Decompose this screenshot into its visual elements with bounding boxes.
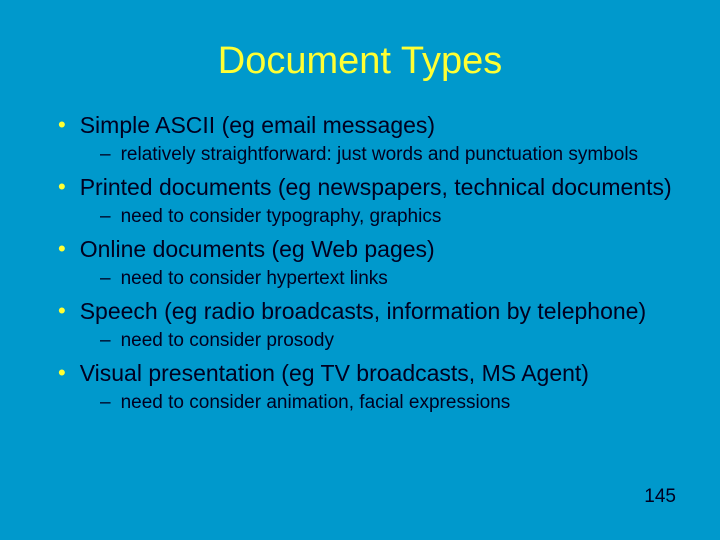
bullet-text: Speech (eg radio broadcasts, information… xyxy=(80,297,646,325)
bullet-level1: • Visual presentation (eg TV broadcasts,… xyxy=(58,359,680,387)
sub-bullet-text: need to consider hypertext links xyxy=(121,267,388,291)
list-item: • Simple ASCII (eg email messages) – rel… xyxy=(40,111,680,167)
bullet-level1: • Speech (eg radio broadcasts, informati… xyxy=(58,297,680,325)
dash-icon: – xyxy=(100,267,111,291)
dash-icon: – xyxy=(100,143,111,167)
sub-bullet-text: relatively straightforward: just words a… xyxy=(121,143,638,167)
sub-bullet-text: need to consider prosody xyxy=(121,329,334,353)
slide-title: Document Types xyxy=(40,40,680,83)
bullet-level2: – need to consider prosody xyxy=(100,329,680,353)
bullet-text: Simple ASCII (eg email messages) xyxy=(80,111,435,139)
bullet-level1: • Printed documents (eg newspapers, tech… xyxy=(58,173,680,201)
bullet-text: Visual presentation (eg TV broadcasts, M… xyxy=(80,359,589,387)
bullet-level1: • Online documents (eg Web pages) xyxy=(58,235,680,263)
bullet-list: • Simple ASCII (eg email messages) – rel… xyxy=(40,111,680,415)
bullet-level1: • Simple ASCII (eg email messages) xyxy=(58,111,680,139)
sub-bullet-text: need to consider typography, graphics xyxy=(121,205,442,229)
dash-icon: – xyxy=(100,391,111,415)
dash-icon: – xyxy=(100,329,111,353)
bullet-icon: • xyxy=(58,111,66,139)
bullet-level2: – need to consider hypertext links xyxy=(100,267,680,291)
bullet-icon: • xyxy=(58,173,66,201)
dash-icon: – xyxy=(100,205,111,229)
bullet-level2: – relatively straightforward: just words… xyxy=(100,143,680,167)
list-item: • Online documents (eg Web pages) – need… xyxy=(40,235,680,291)
bullet-text: Online documents (eg Web pages) xyxy=(80,235,435,263)
bullet-icon: • xyxy=(58,235,66,263)
bullet-text: Printed documents (eg newspapers, techni… xyxy=(80,173,672,201)
sub-bullet-text: need to consider animation, facial expre… xyxy=(121,391,511,415)
bullet-level2: – need to consider animation, facial exp… xyxy=(100,391,680,415)
slide: Document Types • Simple ASCII (eg email … xyxy=(0,0,720,540)
page-number: 145 xyxy=(644,486,676,508)
bullet-icon: • xyxy=(58,297,66,325)
list-item: • Visual presentation (eg TV broadcasts,… xyxy=(40,359,680,415)
list-item: • Printed documents (eg newspapers, tech… xyxy=(40,173,680,229)
bullet-level2: – need to consider typography, graphics xyxy=(100,205,680,229)
list-item: • Speech (eg radio broadcasts, informati… xyxy=(40,297,680,353)
bullet-icon: • xyxy=(58,359,66,387)
